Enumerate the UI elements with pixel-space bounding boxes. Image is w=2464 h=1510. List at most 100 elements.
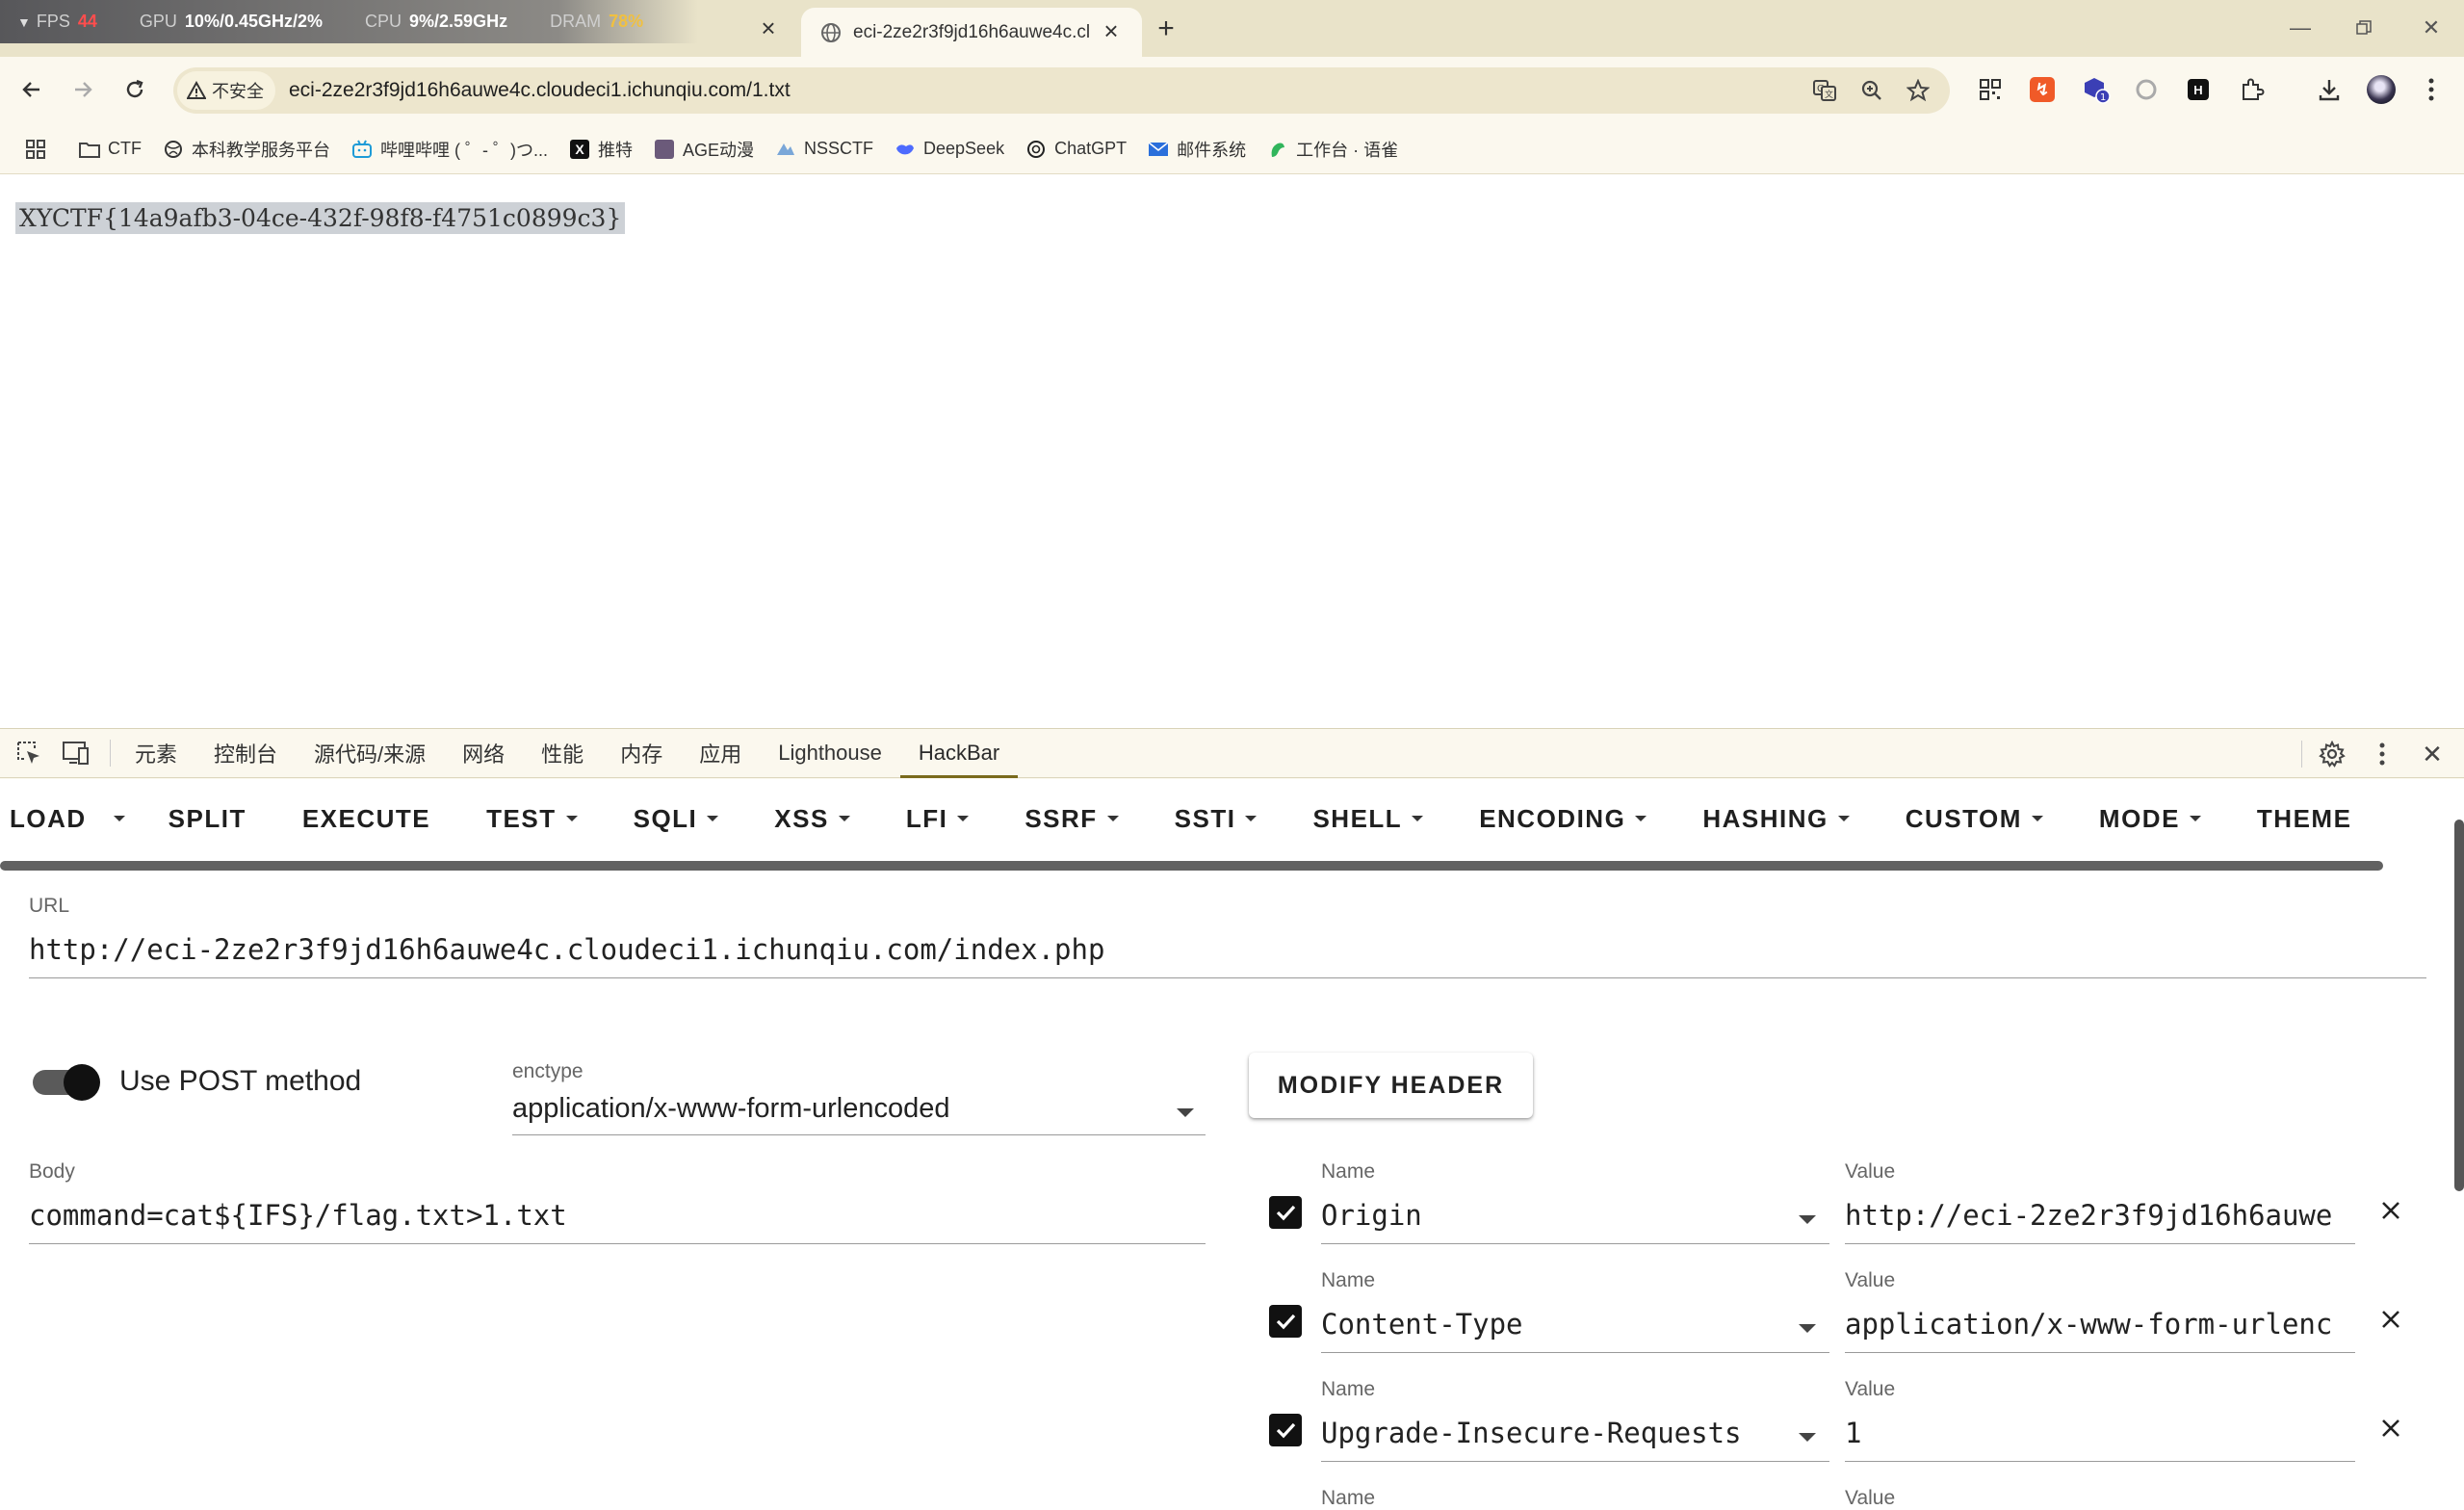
new-tab-icon[interactable]: +	[1152, 13, 1180, 44]
address-bar[interactable]: 不安全 eci-2ze2r3f9jd16h6auwe4c.cloudeci1.i…	[173, 67, 1950, 114]
post-toggle-knob[interactable]	[64, 1064, 100, 1101]
bookmark-teaching-platform[interactable]: 本科教学服务平台	[163, 137, 330, 162]
translate-icon[interactable]: G文	[1810, 76, 1839, 105]
mode-menu[interactable]: MODE	[2071, 790, 2229, 847]
settings-gear-icon[interactable]	[2317, 739, 2347, 769]
tab-application[interactable]: 应用	[681, 729, 760, 778]
url-text[interactable]: eci-2ze2r3f9jd16h6auwe4c.cloudeci1.ichun…	[289, 79, 791, 102]
extension-cube-icon[interactable]: 1	[2080, 73, 2113, 106]
hashing-menu[interactable]: HASHING	[1674, 790, 1877, 847]
security-chip[interactable]: 不安全	[177, 71, 275, 110]
lfi-menu[interactable]: LFI	[878, 790, 998, 847]
remove-header-icon[interactable]	[2374, 1194, 2407, 1227]
caret-down-icon	[1412, 816, 1424, 821]
tab-elements[interactable]: 元素	[117, 729, 195, 778]
custom-menu[interactable]: CUSTOM	[1878, 790, 2071, 847]
extension-h-icon[interactable]: H	[2182, 73, 2215, 106]
horizontal-scrollbar[interactable]	[0, 861, 2383, 871]
download-icon[interactable]	[2313, 73, 2346, 106]
bookmark-twitter[interactable]: X 推特	[569, 137, 633, 162]
sqli-menu[interactable]: SQLI	[606, 790, 747, 847]
minimize-icon[interactable]: —	[2286, 13, 2315, 42]
load-button[interactable]: LOAD	[0, 790, 104, 847]
inspect-element-icon[interactable]	[15, 740, 42, 767]
qr-code-icon[interactable]	[1974, 73, 2007, 106]
header-name-underline	[1321, 1461, 1829, 1462]
bookmark-yuque[interactable]: 工作台 · 语雀	[1267, 137, 1398, 162]
header-name-content-type[interactable]: Content-Type	[1321, 1308, 1783, 1341]
bookmark-bilibili[interactable]: 哔哩哔哩 ( ゜- ゜)つ...	[351, 137, 548, 162]
bookmark-label: DeepSeek	[923, 139, 1005, 158]
url-input[interactable]: http://eci-2ze2r3f9jd16h6auwe4c.cloudeci…	[29, 933, 2417, 966]
bookmark-star-icon[interactable]	[1904, 76, 1932, 105]
tab-lighthouse[interactable]: Lighthouse	[760, 729, 900, 778]
tab-console[interactable]: 控制台	[195, 729, 296, 778]
tab-title: eci-2ze2r3f9jd16h6auwe4c.cl	[853, 21, 1089, 42]
xss-menu[interactable]: XSS	[746, 790, 878, 847]
split-button[interactable]: SPLIT	[141, 790, 274, 847]
devtools-menu-icon[interactable]	[2367, 739, 2398, 769]
header-checkbox-origin[interactable]	[1269, 1196, 1302, 1229]
header-name-caret-icon[interactable]	[1799, 1433, 1816, 1442]
theme-menu[interactable]: THEME	[2229, 790, 2380, 847]
test-menu[interactable]: TEST	[458, 790, 605, 847]
restore-icon[interactable]	[2349, 13, 2378, 42]
menu-kebab-icon[interactable]	[2415, 73, 2448, 106]
reload-icon[interactable]	[117, 72, 152, 107]
bookmark-ctf[interactable]: CTF	[79, 139, 142, 160]
extensions-puzzle-icon[interactable]	[2236, 73, 2269, 106]
bookmark-mail[interactable]: 邮件系统	[1148, 137, 1246, 162]
bookmark-nssctf[interactable]: NSSCTF	[775, 139, 873, 160]
devtools-tab-bar: 元素 控制台 源代码/来源 网络 性能 内存 应用 Lighthouse Hac…	[0, 729, 2464, 778]
body-input[interactable]: command=cat${IFS}/flag.txt>1.txt	[29, 1199, 1204, 1232]
encoding-menu[interactable]: ENCODING	[1451, 790, 1674, 847]
ssrf-menu[interactable]: SSRF	[997, 790, 1146, 847]
close-window-icon[interactable]: ✕	[2417, 13, 2446, 42]
tab-inactive[interactable]: ▼ FPS 44 GPU 10%/0.45GHz/2% CPU 9%/2.59G…	[0, 0, 790, 57]
shell-menu[interactable]: SHELL	[1284, 790, 1451, 847]
header-name-caret-icon[interactable]	[1799, 1324, 1816, 1333]
bookmark-deepseek[interactable]: DeepSeek	[895, 139, 1004, 160]
header-checkbox-content-type[interactable]	[1269, 1305, 1302, 1338]
header-name-origin[interactable]: Origin	[1321, 1199, 1783, 1232]
zoom-icon[interactable]	[1857, 76, 1886, 105]
forward-icon[interactable]	[65, 72, 100, 107]
tab-performance[interactable]: 性能	[523, 729, 602, 778]
tab-close-icon[interactable]: ×	[757, 13, 780, 42]
tab-close-icon[interactable]: ×	[1100, 16, 1123, 45]
modify-header-button[interactable]: MODIFY HEADER	[1249, 1053, 1533, 1118]
tab-memory[interactable]: 内存	[602, 729, 681, 778]
tab-network[interactable]: 网络	[444, 729, 523, 778]
back-icon[interactable]	[14, 72, 49, 107]
header-value-origin[interactable]: http://eci-2ze2r3f9jd16h6auwe	[1845, 1199, 2355, 1232]
tab-hackbar[interactable]: HackBar	[899, 729, 1019, 778]
remove-header-icon[interactable]	[2374, 1303, 2407, 1336]
gpu-label: GPU	[139, 12, 177, 31]
header-checkbox-upgrade-insecure[interactable]	[1269, 1414, 1302, 1446]
execute-button[interactable]: EXECUTE	[274, 790, 458, 847]
bookmark-chatgpt[interactable]: ChatGPT	[1025, 139, 1127, 160]
remove-header-icon[interactable]	[2374, 1412, 2407, 1445]
extension-orange-icon[interactable]: ↯	[2026, 73, 2059, 106]
tab-sources[interactable]: 源代码/来源	[296, 729, 444, 778]
enctype-label: enctype	[512, 1060, 584, 1082]
header-name-upgrade-insecure[interactable]: Upgrade-Insecure-Requests	[1321, 1417, 1793, 1449]
apps-grid-icon[interactable]	[25, 139, 46, 160]
close-devtools-icon[interactable]: ✕	[2417, 739, 2448, 769]
browser-toolbar: 不安全 eci-2ze2r3f9jd16h6auwe4c.cloudeci1.i…	[0, 57, 2464, 124]
profile-avatar-icon[interactable]	[2365, 73, 2398, 106]
vertical-scrollbar[interactable]	[2454, 820, 2464, 1191]
gpu-value: 10%/0.45GHz/2%	[184, 12, 323, 31]
bookmark-age[interactable]: AGE动漫	[654, 137, 754, 162]
header-name-caret-icon[interactable]	[1799, 1215, 1816, 1224]
device-toolbar-icon[interactable]	[62, 741, 91, 766]
enctype-select[interactable]: application/x-www-form-urlencoded	[512, 1093, 1206, 1132]
extension-circle-icon[interactable]	[2130, 73, 2163, 106]
load-dropdown-button[interactable]	[104, 790, 141, 847]
x-logo-icon: X	[569, 139, 590, 160]
tab-active[interactable]: eci-2ze2r3f9jd16h6auwe4c.cl ×	[801, 8, 1142, 57]
ssti-menu[interactable]: SSTI	[1147, 790, 1285, 847]
header-value-content-type[interactable]: application/x-www-form-urlenc	[1845, 1308, 2355, 1341]
header-name-underline	[1321, 1352, 1829, 1353]
header-value-upgrade-insecure[interactable]: 1	[1845, 1417, 2355, 1449]
